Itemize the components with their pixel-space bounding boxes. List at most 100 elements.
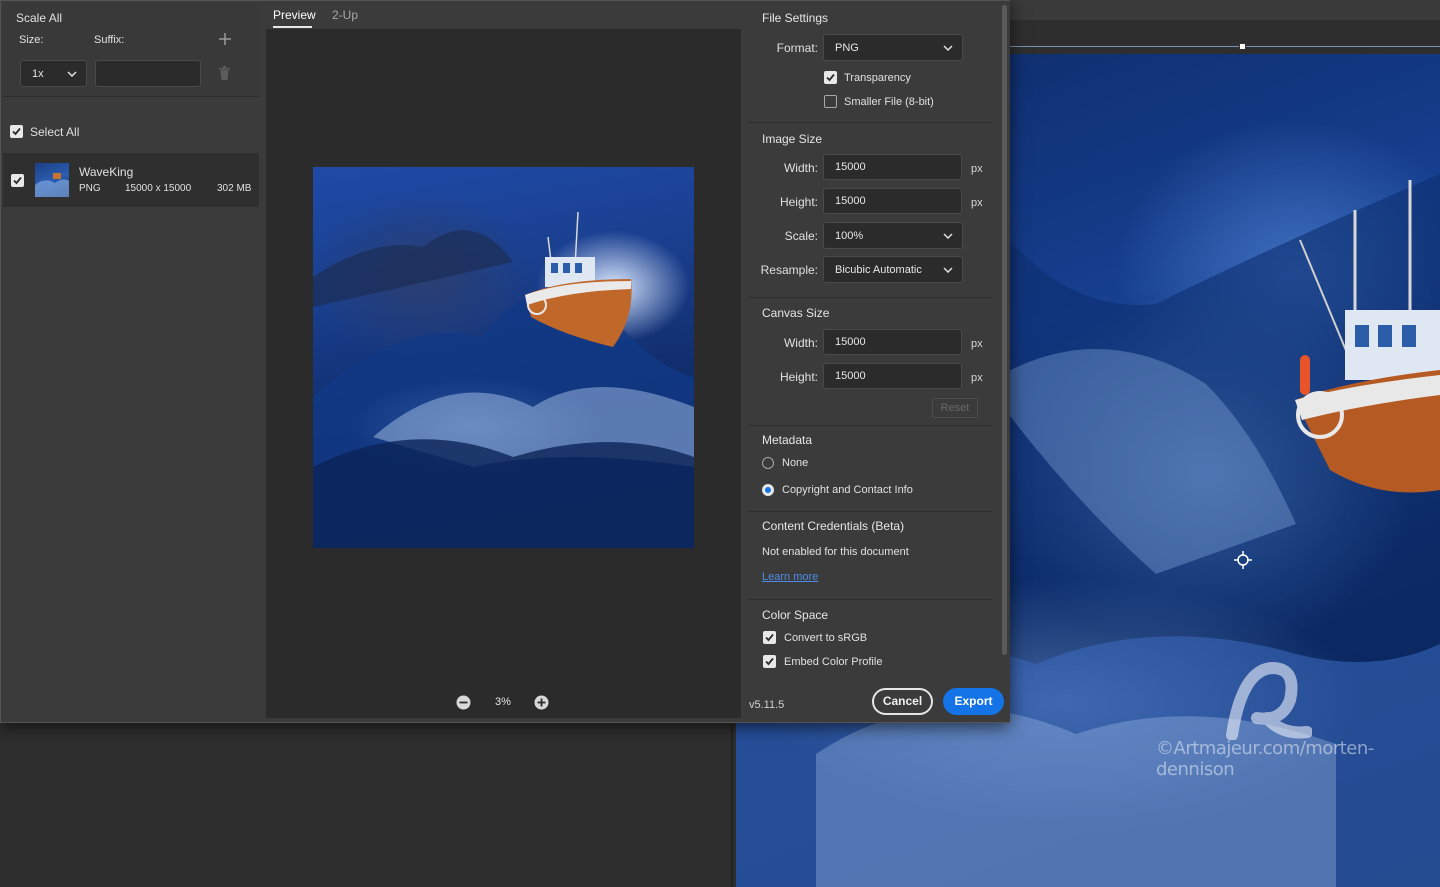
scale-value: 100% bbox=[835, 229, 864, 242]
chevron-down-icon bbox=[943, 232, 953, 239]
content-credentials-section: Content Credentials (Beta) Not enabled f… bbox=[748, 512, 992, 600]
export-button[interactable]: Export bbox=[943, 688, 1004, 715]
metadata-none-label: None bbox=[782, 457, 809, 469]
file-settings-section: File Settings Format: PNG Transparency S… bbox=[748, 1, 992, 123]
learn-more-link[interactable]: Learn more bbox=[762, 571, 818, 583]
export-as-dialog: Scale All Size: Suffix: 1x Select All Wa… bbox=[0, 0, 1010, 723]
boat-illustration bbox=[1295, 180, 1440, 493]
transparency-checkbox[interactable] bbox=[824, 71, 837, 84]
smaller-file-label: Smaller File (8-bit) bbox=[844, 96, 934, 108]
image-size-title: Image Size bbox=[762, 132, 823, 146]
scale-settings: Scale All Size: Suffix: 1x bbox=[3, 3, 259, 97]
asset-thumbnail bbox=[35, 163, 69, 197]
version-label: v5.11.5 bbox=[749, 699, 785, 711]
panel-divider bbox=[731, 724, 733, 887]
export-settings-panel: File Settings Format: PNG Transparency S… bbox=[742, 1, 1010, 722]
asset-checkbox[interactable] bbox=[11, 174, 24, 187]
scale-dropdown[interactable]: 100% bbox=[823, 222, 963, 249]
format-label: Format: bbox=[776, 41, 818, 55]
watermark-text: ©Artmajeur.com/morten-dennison bbox=[1156, 738, 1374, 780]
asset-dimensions: 15000 x 15000 bbox=[125, 183, 192, 194]
metadata-section: Metadata None Copyright and Contact Info bbox=[748, 426, 992, 512]
preview-image bbox=[313, 167, 694, 548]
size-value: 1x bbox=[32, 67, 44, 80]
canvas-size-title: Canvas Size bbox=[762, 306, 830, 320]
image-height-unit: px bbox=[971, 197, 983, 209]
resample-value: Bicubic Automatic bbox=[835, 263, 922, 276]
image-width-unit: px bbox=[971, 163, 983, 175]
reset-button[interactable]: Reset bbox=[932, 398, 978, 418]
content-credentials-status: Not enabled for this document bbox=[762, 546, 909, 558]
resample-label: Resample: bbox=[760, 263, 818, 277]
zoom-level: 3% bbox=[495, 696, 511, 708]
image-height-value: 15000 bbox=[835, 195, 866, 207]
canvas-height-unit: px bbox=[971, 372, 983, 384]
file-settings-title: File Settings bbox=[762, 11, 829, 25]
canvas-width-label: Width: bbox=[783, 336, 818, 350]
resample-dropdown[interactable]: Bicubic Automatic bbox=[823, 256, 963, 283]
selection-guide-line bbox=[1010, 46, 1440, 47]
content-credentials-title: Content Credentials (Beta) bbox=[762, 519, 905, 533]
canvas-width-value: 15000 bbox=[835, 336, 866, 348]
metadata-copyright-radio[interactable] bbox=[762, 484, 774, 496]
crosshair-icon bbox=[1234, 551, 1252, 569]
asset-file-size: 302 MB bbox=[217, 183, 252, 194]
preview-tab-bar: Preview 2-Up bbox=[266, 1, 741, 29]
settings-scrollbar[interactable] bbox=[1002, 5, 1007, 655]
scale-all-label: Scale All bbox=[16, 11, 63, 25]
metadata-none-radio[interactable] bbox=[762, 457, 774, 469]
format-value: PNG bbox=[835, 41, 859, 54]
transform-handle[interactable] bbox=[1239, 43, 1246, 50]
metadata-title: Metadata bbox=[762, 433, 813, 447]
size-label: Size: bbox=[19, 34, 44, 46]
checkmark-icon bbox=[12, 127, 21, 136]
canvas-width-unit: px bbox=[971, 338, 983, 350]
image-width-value: 15000 bbox=[835, 161, 866, 173]
image-size-section: Image Size Width: 15000 px Height: 15000… bbox=[748, 123, 992, 298]
active-tab-indicator bbox=[273, 26, 312, 28]
format-dropdown[interactable]: PNG bbox=[823, 34, 963, 61]
suffix-input[interactable] bbox=[95, 60, 201, 87]
suffix-label: Suffix: bbox=[94, 34, 125, 46]
image-width-label: Width: bbox=[783, 161, 818, 175]
chevron-down-icon bbox=[943, 44, 953, 51]
image-height-input[interactable]: 15000 bbox=[823, 188, 962, 214]
color-space-section: Color Space Convert to sRGB Embed Color … bbox=[748, 600, 992, 682]
canvas-height-value: 15000 bbox=[835, 370, 866, 382]
preview-panel: Preview 2-Up 3% bbox=[266, 1, 741, 718]
convert-srgb-label: Convert to sRGB bbox=[784, 632, 868, 644]
checkmark-icon bbox=[765, 657, 774, 666]
canvas-width-input[interactable]: 15000 bbox=[823, 329, 962, 355]
chevron-down-icon bbox=[67, 70, 77, 77]
smaller-file-checkbox[interactable] bbox=[824, 95, 837, 108]
tab-preview[interactable]: Preview bbox=[273, 8, 316, 22]
zoom-out-icon[interactable] bbox=[456, 695, 471, 710]
trash-icon[interactable] bbox=[219, 66, 230, 80]
document-ruler-bar bbox=[1010, 0, 1440, 20]
embed-profile-checkbox[interactable] bbox=[763, 655, 776, 668]
asset-name: WaveKing bbox=[79, 165, 134, 179]
image-height-label: Height: bbox=[779, 195, 818, 209]
zoom-controls: 3% bbox=[266, 691, 741, 715]
zoom-in-icon[interactable] bbox=[534, 695, 549, 710]
checkmark-icon bbox=[826, 73, 835, 82]
color-space-title: Color Space bbox=[762, 608, 829, 622]
tab-2-up[interactable]: 2-Up bbox=[332, 8, 358, 22]
add-scale-icon[interactable] bbox=[219, 33, 231, 45]
image-width-input[interactable]: 15000 bbox=[823, 154, 962, 180]
watermark-logo-icon bbox=[1226, 661, 1312, 740]
transparency-label: Transparency bbox=[844, 72, 911, 84]
cancel-button[interactable]: Cancel bbox=[872, 688, 933, 715]
canvas-height-input[interactable]: 15000 bbox=[823, 363, 962, 389]
scale-label: Scale: bbox=[784, 229, 818, 243]
canvas-height-label: Height: bbox=[779, 370, 818, 384]
asset-format: PNG bbox=[79, 183, 101, 194]
convert-srgb-checkbox[interactable] bbox=[763, 631, 776, 644]
size-dropdown[interactable]: 1x bbox=[20, 60, 87, 87]
asset-row[interactable]: WaveKing PNG 15000 x 15000 302 MB bbox=[3, 153, 259, 207]
select-all-checkbox[interactable] bbox=[10, 125, 23, 138]
embed-profile-label: Embed Color Profile bbox=[784, 656, 883, 668]
metadata-copyright-label: Copyright and Contact Info bbox=[782, 484, 913, 496]
select-all-label: Select All bbox=[30, 125, 80, 139]
chevron-down-icon bbox=[943, 266, 953, 273]
